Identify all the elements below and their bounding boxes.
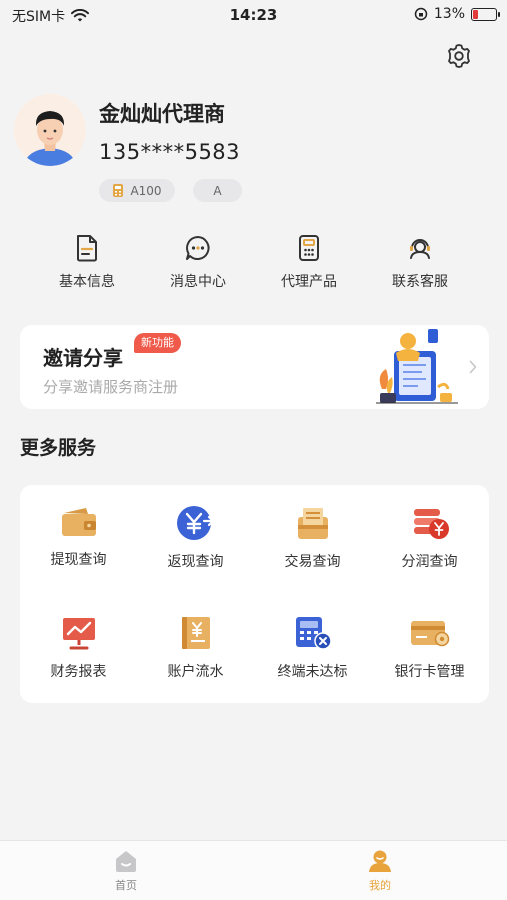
banner-title: 邀请分享: [43, 346, 123, 370]
service-terminal-not-qualified[interactable]: 终端未达标: [254, 615, 371, 681]
service-label: 返现查询: [167, 554, 224, 570]
service-label: 银行卡管理: [394, 664, 465, 680]
home-icon: [116, 851, 136, 872]
quick-item-customer-service[interactable]: 联系客服: [370, 234, 470, 291]
quick-item-basic-info[interactable]: 基本信息: [37, 234, 137, 291]
pos-terminal-icon: [113, 184, 124, 197]
service-account-statement[interactable]: 账户流水: [137, 615, 254, 681]
service-withdraw-query[interactable]: 提现查询: [20, 505, 137, 569]
agent-tag-device: A100: [99, 179, 175, 202]
new-feature-badge: 新功能: [134, 333, 181, 353]
service-profit-share-query[interactable]: 分润查询: [371, 505, 488, 571]
avatar[interactable]: [14, 94, 86, 166]
pos-terminal-icon: [299, 235, 319, 261]
quick-item-label: 代理产品: [281, 274, 337, 290]
quick-item-message-center[interactable]: 消息中心: [148, 234, 248, 291]
quick-item-label: 基本信息: [59, 274, 115, 290]
wallet-icon: [61, 508, 96, 536]
chevron-right-icon: [469, 360, 477, 374]
coin-stack-icon: [413, 509, 449, 539]
status-bar: 无SIM卡 14:23 13%: [0, 0, 507, 30]
agent-name: 金灿灿代理商: [99, 102, 225, 126]
quick-item-agent-products[interactable]: 代理产品: [259, 234, 359, 291]
customer-service-icon: [410, 239, 430, 259]
ledger-icon: [181, 617, 210, 649]
invite-illustration: [376, 329, 458, 404]
chart-board-icon: [62, 618, 95, 650]
service-financial-report[interactable]: 财务报表: [20, 615, 137, 681]
yen-return-icon: [176, 506, 215, 540]
battery-icon: [471, 7, 500, 21]
service-cashback-query[interactable]: 返现查询: [137, 505, 254, 571]
battery-percent: 13%: [433, 6, 465, 22]
nav-label: 首页: [115, 879, 137, 892]
settings-gear-icon[interactable]: [445, 42, 473, 70]
service-label: 财务报表: [50, 664, 107, 680]
bank-card-icon: [410, 621, 449, 647]
orientation-lock-icon: [414, 7, 428, 21]
document-icon: [77, 235, 97, 262]
bottom-nav: 首页 我的: [0, 840, 507, 900]
user-avatar-icon: [24, 111, 76, 166]
service-transaction-query[interactable]: 交易查询: [254, 505, 371, 571]
more-services-title: 更多服务: [20, 437, 97, 459]
service-label: 提现查询: [50, 552, 107, 568]
nav-mine[interactable]: 我的: [340, 849, 420, 893]
more-services-grid: 提现查询 返现查询 交易查询 分润查询 财务报表 账户流水 终端未达标 银行卡管…: [20, 485, 489, 703]
quick-item-label: 联系客服: [392, 274, 448, 290]
receipt-box-icon: [297, 508, 328, 539]
nav-home[interactable]: 首页: [86, 849, 166, 893]
agent-tag-label: A: [213, 183, 222, 198]
service-label: 分润查询: [401, 554, 458, 570]
calculator-x-icon: [295, 617, 332, 650]
profile-icon: [369, 850, 391, 872]
nav-label: 我的: [369, 879, 391, 892]
quick-item-label: 消息中心: [170, 274, 226, 290]
agent-tag-level: A: [193, 179, 242, 202]
banner-subtitle: 分享邀请服务商注册: [43, 378, 179, 396]
service-label: 账户流水: [167, 664, 224, 680]
agent-tag-label: A100: [130, 183, 162, 198]
quick-menu: 基本信息 消息中心 代理产品 联系客服: [0, 234, 507, 304]
service-label: 交易查询: [284, 554, 341, 570]
invite-share-banner[interactable]: 邀请分享 新功能 分享邀请服务商注册: [20, 325, 489, 409]
agent-phone: 135****5583: [99, 140, 241, 164]
service-label: 终端未达标: [277, 664, 348, 680]
message-icon: [186, 236, 210, 260]
service-bank-card-management[interactable]: 银行卡管理: [371, 615, 488, 681]
